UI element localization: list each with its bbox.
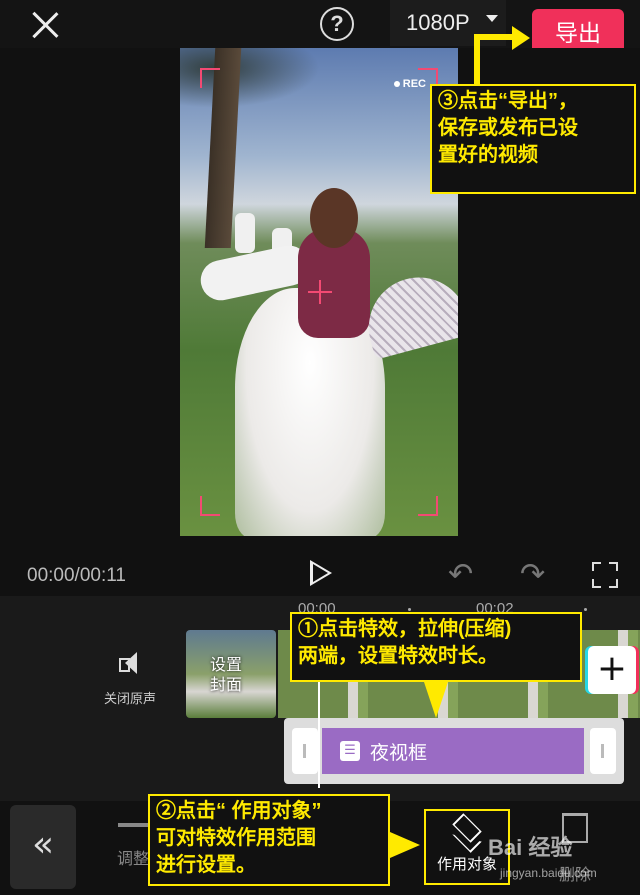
adjust-icon [118,823,148,827]
ruler-dot [408,608,411,611]
watermark-logo: Bai 经验 [488,835,573,860]
effect-trim-handle-left[interactable] [292,728,318,774]
top-bar: ? 1080P 导出 [0,0,640,57]
effect-track[interactable]: ☰ 夜视框 [284,718,624,784]
double-chevron-left-icon[interactable]: « [10,805,76,889]
video-preview[interactable]: REC [180,48,458,536]
play-icon[interactable] [310,560,332,586]
close-icon[interactable] [28,8,62,42]
caret-down-icon [486,15,498,22]
mute-original-audio-button[interactable]: 关闭原声 [90,650,170,707]
annotation-line: ①点击特效，拉伸(压缩) [298,618,512,640]
annotation-line: ③点击“导出”， [438,90,578,112]
annotation-arrow [474,34,480,86]
effect-clip[interactable]: ☰ 夜视框 [322,728,584,774]
effect-name: 夜视框 [370,743,428,764]
speaker-icon [115,650,145,676]
frame-corner [200,68,220,88]
ruler-dot [584,608,587,611]
fullscreen-icon[interactable] [592,562,618,588]
resolution-label: 1080P [406,10,470,35]
add-icon[interactable]: + [588,646,636,694]
apply-target-annotation: ②点击“ 作用对象” 可对特效作用范围 进行设置。 [148,794,390,886]
time-display: 00:00/00:11 [27,565,126,586]
cover-label-line2: 封面 [210,677,243,694]
annotation-arrowhead [390,832,420,858]
mute-label: 关闭原声 [103,691,156,706]
hand-fan [357,266,458,360]
help-icon[interactable]: ? [320,7,354,41]
effect-trim-handle-right[interactable] [590,728,616,774]
effect-annotation: ①点击特效，拉伸(压缩) 两端，设置特效时长。 [290,612,582,682]
frame-corner [418,496,438,516]
effect-icon: ☰ [340,741,360,761]
undo-icon[interactable]: ↶ [448,560,473,590]
subject-head [310,188,358,248]
annotation-line: 进行设置。 [156,854,256,876]
background-person [235,213,255,253]
annotation-arrowhead [512,26,530,50]
annotation-arrow [474,34,516,40]
rec-indicator: REC [394,78,426,90]
annotation-line: 保存或发布已设 [438,117,578,139]
cover-label: 设置 封面 [210,656,242,696]
set-cover-button[interactable]: 设置 封面 [186,630,276,718]
layers-icon [449,817,485,847]
annotation-line: 可对特效作用范围 [156,827,316,849]
annotation-line: 置好的视频 [438,144,538,166]
redo-icon[interactable]: ↷ [520,560,545,590]
cover-label-line1: 设置 [210,657,243,674]
export-annotation: ③点击“导出”， 保存或发布已设 置好的视频 [430,84,636,194]
playback-controls: 00:00/00:11 ↶ ↷ [0,548,640,596]
watermark-url: jingyan.baidu.com [500,866,597,880]
frame-corner [200,496,220,516]
annotation-arrowhead [424,682,448,718]
crosshair-icon [308,280,332,304]
annotation-line: 两端，设置特效时长。 [298,645,498,667]
annotation-line: ②点击“ 作用对象” [156,800,322,822]
